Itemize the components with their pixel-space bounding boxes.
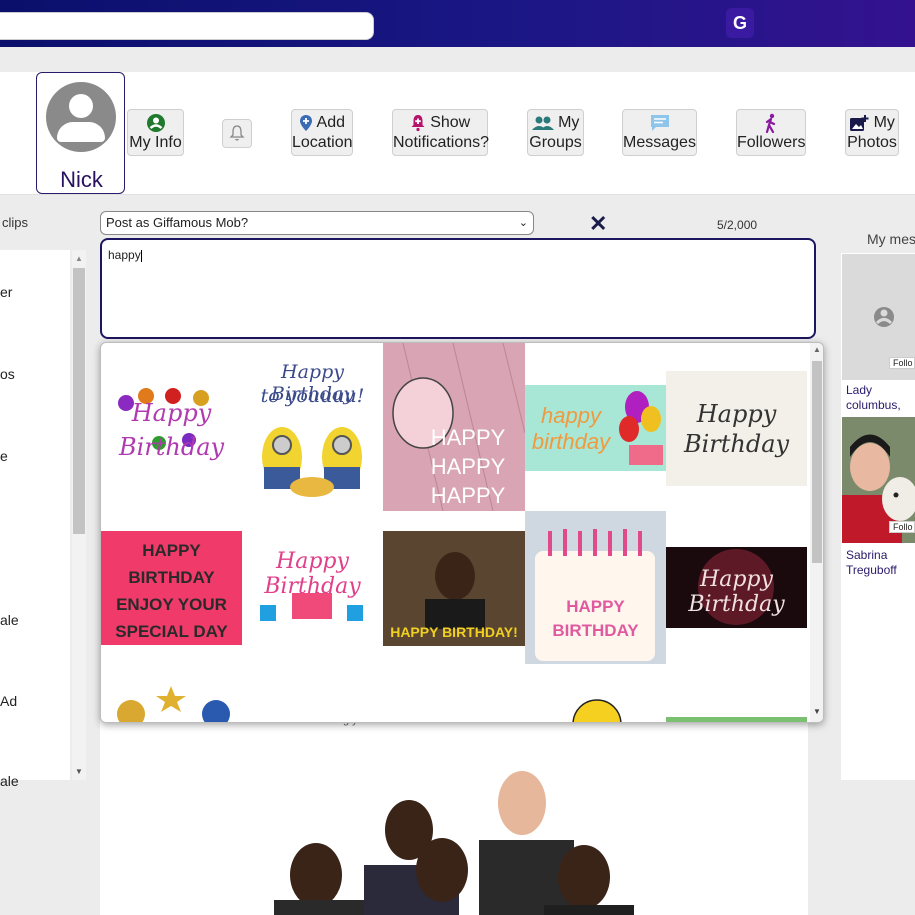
- show-notifications-label-2: Notifications?: [393, 134, 490, 151]
- gif-text: HAPPY: [566, 597, 625, 616]
- gif-result[interactable]: [525, 696, 666, 722]
- search-input[interactable]: [0, 12, 374, 40]
- gif-text: HAPPY: [430, 454, 506, 479]
- my-groups-label-1: My: [558, 114, 580, 131]
- top-bar: G: [0, 0, 915, 47]
- gif-text: HAPPY BIRTHDAY!: [390, 624, 518, 640]
- gif-text: Happy Birthday: [683, 400, 790, 458]
- avatar-placeholder-icon: [46, 82, 116, 152]
- gif-text: Happy Birthday: [264, 549, 361, 599]
- left-list-item[interactable]: Ad: [0, 693, 17, 709]
- gif-result[interactable]: HAPPY BIRTHDAY: [525, 511, 666, 664]
- profile-avatar-card[interactable]: Nick: [36, 72, 125, 194]
- messages-label: Messages: [623, 134, 696, 151]
- gif-text: BIRTHDAY: [128, 568, 215, 587]
- scroll-up-arrow-icon[interactable]: ▲: [813, 345, 821, 354]
- gif-scrollbar[interactable]: ▲ ▼: [810, 343, 823, 722]
- gif-text: Happy Birthday: [118, 399, 225, 461]
- add-location-label-1: Add: [316, 114, 346, 131]
- show-notifications-button[interactable]: Show Notifications?: [392, 109, 490, 156]
- my-photos-label-1: My: [873, 114, 895, 131]
- gif-text: HAPPY: [430, 425, 506, 450]
- gif-result[interactable]: Happy Birthday to youuuu!: [242, 357, 383, 503]
- left-list-item[interactable]: ale: [0, 773, 19, 789]
- feed-photo[interactable]: [254, 755, 654, 915]
- my-photos-label-2: Photos: [847, 134, 897, 151]
- gif-text: ENJOY YOUR: [116, 595, 227, 614]
- gif-result[interactable]: Happy Birthday: [666, 371, 807, 486]
- gif-result[interactable]: Happy Birthday: [242, 543, 383, 633]
- notifications-bell-button[interactable]: [222, 119, 252, 148]
- gif-text: BIRTHDAY: [552, 621, 639, 640]
- location-pin-icon: [299, 114, 312, 131]
- gif-picker-panel: Happy Birthday Happy Birthday to youuuu!…: [100, 342, 824, 723]
- gif-result[interactable]: [101, 664, 242, 722]
- post-text-value: happy: [108, 248, 141, 262]
- show-notifications-label-1: Show: [430, 114, 471, 131]
- gif-result[interactable]: Happy Birthday: [101, 368, 242, 488]
- my-groups-button[interactable]: My Groups: [527, 109, 584, 156]
- gif-text: happy birthday: [531, 403, 611, 454]
- left-list-item[interactable]: er: [0, 284, 12, 300]
- group-icon: [531, 116, 554, 130]
- my-info-button[interactable]: My Info: [127, 109, 184, 156]
- left-column-title: clips: [2, 215, 29, 230]
- post-as-select[interactable]: Post as Giffamous Mob? ⌄: [100, 211, 534, 235]
- add-photo-icon: [850, 114, 869, 131]
- left-list-panel: er os e ale Ad ale: [0, 250, 70, 789]
- close-icon[interactable]: ✕: [589, 211, 607, 237]
- profile-name: Nick: [60, 167, 103, 192]
- add-location-button[interactable]: Add Location: [291, 109, 353, 156]
- app-logo[interactable]: G: [726, 8, 754, 38]
- scroll-down-arrow-icon[interactable]: ▼: [75, 767, 83, 776]
- left-list-item[interactable]: e: [0, 448, 8, 464]
- walking-person-icon: [765, 113, 776, 133]
- member-name[interactable]: Sabrina Treguboff: [846, 548, 897, 578]
- my-photos-button[interactable]: My Photos: [845, 109, 899, 156]
- character-count: 5/2,000: [717, 218, 758, 232]
- chat-bubble-icon: [650, 114, 669, 131]
- member-card[interactable]: Follo: [842, 254, 915, 380]
- gif-result[interactable]: Happy Birthday: [666, 547, 807, 628]
- followers-button[interactable]: Followers: [736, 109, 806, 156]
- followers-label: Followers: [737, 134, 806, 152]
- follow-button[interactable]: Follo: [889, 521, 915, 533]
- my-info-label: My Info: [129, 134, 182, 152]
- account-circle-icon: [146, 114, 165, 132]
- follow-button[interactable]: Follo: [889, 357, 915, 369]
- gif-result[interactable]: HAPPY HAPPY HAPPY: [383, 343, 525, 511]
- add-location-label-2: Location: [292, 134, 353, 151]
- post-text-input[interactable]: happy: [100, 238, 816, 339]
- scroll-down-arrow-icon[interactable]: ▼: [813, 707, 821, 716]
- chevron-down-icon: ⌄: [518, 217, 528, 229]
- my-groups-label-2: Groups: [529, 134, 582, 151]
- member-name[interactable]: Lady columbus,: [846, 383, 901, 413]
- left-list-item[interactable]: ale: [0, 612, 19, 628]
- left-scrollbar[interactable]: ▲ ▼: [72, 250, 86, 780]
- messages-button[interactable]: Messages: [622, 109, 697, 156]
- scroll-up-arrow-icon[interactable]: ▲: [75, 254, 83, 263]
- right-column-title: My mes: [867, 231, 915, 247]
- left-list-item[interactable]: os: [0, 366, 15, 382]
- gif-text: HAPPY: [430, 483, 506, 508]
- top-spacer: [0, 47, 915, 72]
- gif-result[interactable]: HAPPY BIRTHDAY ENJOY YOUR SPECIAL DAY: [101, 531, 242, 645]
- gif-text: HAPPY: [142, 541, 201, 560]
- gif-text: Happy Birthday: [688, 567, 785, 617]
- post-as-selected-value: Post as Giffamous Mob?: [106, 215, 249, 230]
- gif-result[interactable]: [666, 717, 807, 722]
- member-card[interactable]: Follo: [842, 417, 915, 543]
- scroll-thumb[interactable]: [812, 361, 822, 563]
- gif-result[interactable]: HAPPY BIRTHDAY!: [383, 531, 525, 646]
- bell-plus-icon: [411, 114, 425, 131]
- gif-text: SPECIAL DAY: [115, 622, 228, 641]
- scroll-thumb[interactable]: [73, 268, 85, 534]
- bell-icon: [229, 125, 245, 141]
- gif-result[interactable]: happy birthday: [525, 385, 666, 471]
